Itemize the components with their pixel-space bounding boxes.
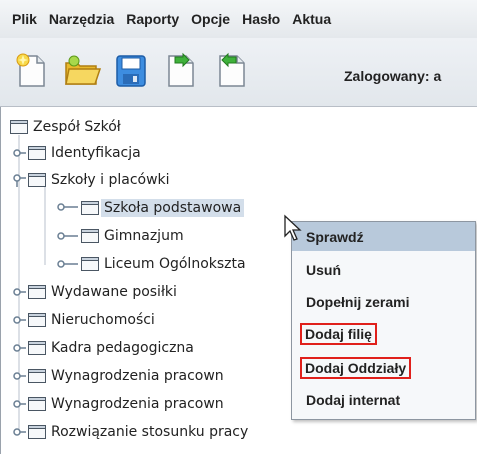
tree-item-wydawane-posilki[interactable]: Wydawane posiłki bbox=[28, 281, 177, 303]
tree-item-wynagrodzenia-2[interactable]: Wynagrodzenia pracown bbox=[28, 393, 224, 415]
collapsed-handle-icon[interactable] bbox=[13, 371, 27, 381]
tree-item-label: Wynagrodzenia pracown bbox=[51, 396, 224, 412]
mouse-cursor-icon bbox=[284, 214, 302, 241]
folder-icon bbox=[28, 341, 46, 355]
export-icon[interactable] bbox=[161, 51, 201, 91]
open-folder-icon[interactable] bbox=[62, 51, 102, 91]
menu-item-label: Dodaj Oddziały bbox=[300, 356, 412, 379]
save-icon[interactable] bbox=[111, 51, 151, 91]
tree-item-identyfikacja[interactable]: Identyfikacja bbox=[28, 142, 141, 164]
tree-item-wynagrodzenia-1[interactable]: Wynagrodzenia pracown bbox=[28, 365, 224, 387]
folder-icon bbox=[28, 285, 46, 299]
menu-item-label: Usuń bbox=[306, 261, 341, 278]
tree-item-label: Kadra pedagogiczna bbox=[51, 340, 194, 356]
tree-item-kadra-pedagogiczna[interactable]: Kadra pedagogiczna bbox=[28, 337, 194, 359]
collapsed-handle-icon[interactable] bbox=[13, 148, 27, 158]
folder-icon bbox=[81, 257, 99, 271]
tree-item-label: Gimnazjum bbox=[104, 228, 184, 244]
folder-icon bbox=[28, 173, 46, 187]
tree-item-nieruchomosci[interactable]: Nieruchomości bbox=[28, 309, 155, 331]
menu-opcje[interactable]: Opcje bbox=[191, 11, 230, 27]
toolbar: Zalogowany: a bbox=[0, 38, 477, 107]
menu-haslo[interactable]: Hasło bbox=[242, 11, 280, 27]
menu-item-dodaj-filie[interactable]: Dodaj filię bbox=[292, 319, 475, 348]
folder-icon bbox=[81, 201, 99, 215]
folder-icon bbox=[28, 397, 46, 411]
expanded-handle-icon[interactable] bbox=[13, 173, 27, 187]
menu-item-dodaj-internat[interactable]: Dodaj internat bbox=[292, 385, 475, 414]
import-icon[interactable] bbox=[212, 51, 252, 91]
menu-item-sprawdz[interactable]: Sprawdź bbox=[292, 222, 475, 251]
tree-item-szkoly-i-placowki[interactable]: Szkoły i placówki bbox=[28, 169, 170, 191]
collapsed-handle-icon[interactable] bbox=[13, 427, 27, 437]
collapsed-handle-icon[interactable] bbox=[13, 399, 27, 409]
folder-icon bbox=[81, 229, 99, 243]
tree-item-label: Identyfikacja bbox=[51, 145, 141, 161]
tree-root-label: Zespół Szkół bbox=[33, 119, 121, 135]
tree-item-szkola-podstawowa[interactable]: Szkoła podstawowa bbox=[81, 197, 245, 219]
menu-plik[interactable]: Plik bbox=[12, 11, 37, 27]
collapsed-handle-icon[interactable] bbox=[57, 259, 79, 269]
folder-icon bbox=[28, 425, 46, 439]
collapsed-handle-icon[interactable] bbox=[57, 231, 79, 241]
collapsed-handle-icon[interactable] bbox=[13, 315, 27, 325]
menu-item-label: Sprawdź bbox=[306, 228, 364, 245]
tree-item-label: Liceum Ogólnoksztа bbox=[104, 256, 246, 272]
tree-item-label: Rozwiązanie stosunku pracy bbox=[51, 424, 249, 440]
menu-item-label: Dodaj internat bbox=[306, 391, 401, 408]
folder-icon bbox=[28, 313, 46, 327]
logged-in-label: Zalogowany: a bbox=[344, 68, 442, 84]
tree-item-label: Szkoły i placówki bbox=[51, 172, 170, 188]
menu-item-label: Dodaj filię bbox=[300, 322, 377, 345]
context-menu: Sprawdź Usuń Dopełnij zerami Dodaj filię… bbox=[291, 221, 476, 420]
collapsed-handle-icon[interactable] bbox=[57, 202, 79, 212]
menu-narzedzia[interactable]: Narzędzia bbox=[49, 11, 114, 27]
tree-root[interactable]: Zespół Szkół bbox=[10, 116, 121, 138]
tree-item-label: Wynagrodzenia pracown bbox=[51, 368, 224, 384]
tree-item-rozwiazanie-stosunku-pracy[interactable]: Rozwiązanie stosunku pracy bbox=[28, 421, 248, 443]
new-document-icon[interactable] bbox=[12, 51, 52, 91]
tree-item-gimnazjum[interactable]: Gimnazjum bbox=[81, 225, 184, 247]
selected-tree-item-label: Szkoła podstawowa bbox=[101, 199, 245, 217]
menu-item-label: Dopełnij zerami bbox=[306, 293, 410, 310]
menu-raporty[interactable]: Raporty bbox=[126, 11, 179, 27]
collapsed-handle-icon[interactable] bbox=[13, 287, 27, 297]
menu-bar: Plik Narzędzia Raporty Opcje Hasło Aktua bbox=[0, 0, 477, 38]
folder-icon bbox=[28, 369, 46, 383]
tree-item-label: Nieruchomości bbox=[51, 312, 155, 328]
menu-item-dodaj-oddzialy[interactable]: Dodaj Oddziały bbox=[292, 353, 475, 382]
collapsed-handle-icon[interactable] bbox=[13, 343, 27, 353]
menu-item-dopelnij-zerami[interactable]: Dopełnij zerami bbox=[292, 287, 475, 316]
folder-icon bbox=[28, 146, 46, 160]
tree-item-liceum[interactable]: Liceum Ogólnoksztа bbox=[81, 253, 246, 275]
menu-item-usun[interactable]: Usuń bbox=[292, 255, 475, 284]
menu-aktualizacja[interactable]: Aktua bbox=[292, 11, 331, 27]
tree-item-label: Wydawane posiłki bbox=[51, 284, 177, 300]
folder-icon bbox=[10, 120, 28, 134]
